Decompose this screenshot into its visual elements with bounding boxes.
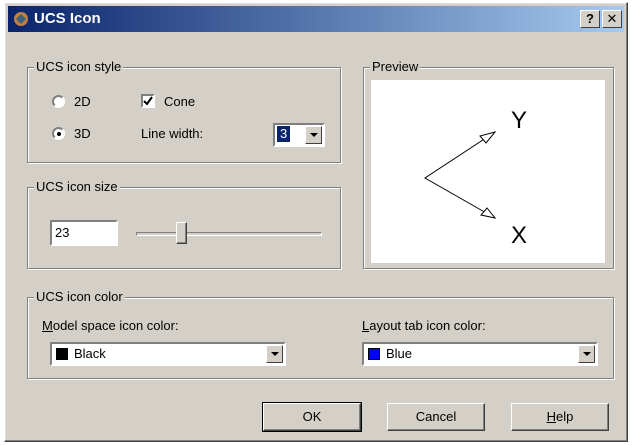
layout-color-label-text: ayout tab icon color: <box>369 318 486 333</box>
ucs-icon-dialog: UCS Icon ? ✕ UCS icon style 2D 3D Cone L… <box>4 2 628 442</box>
title-bar[interactable]: UCS Icon ? ✕ <box>8 6 624 32</box>
icon-size-legend: UCS icon size <box>34 179 120 195</box>
cancel-button[interactable]: Cancel <box>387 403 485 431</box>
radio-2d-label: 2D <box>74 94 91 109</box>
layout-color-value: Blue <box>386 346 413 361</box>
line-width-value: 3 <box>277 126 291 142</box>
radio-2d[interactable] <box>52 95 65 108</box>
model-color-select[interactable]: Black <box>50 342 286 366</box>
model-color-label: Model space icon color: <box>42 318 179 333</box>
cone-label: Cone <box>164 94 196 109</box>
help-title-button[interactable]: ? <box>580 10 600 28</box>
ok-button[interactable]: OK <box>262 402 362 432</box>
chevron-down-icon[interactable] <box>266 345 283 363</box>
line-width-select[interactable]: 3 <box>273 123 325 147</box>
model-color-value: Black <box>74 346 106 361</box>
layout-color-label: Layout tab icon color: <box>362 318 486 333</box>
icon-size-group: UCS icon size 23 <box>27 179 341 269</box>
slider-track <box>136 232 322 236</box>
icon-color-legend: UCS icon color <box>34 289 125 305</box>
radio-3d[interactable] <box>52 127 65 140</box>
radio-3d-selected-dot <box>56 131 61 136</box>
icon-size-input[interactable]: 23 <box>50 220 118 246</box>
layout-color-select[interactable]: Blue <box>362 342 598 366</box>
help-button[interactable]: Help <box>511 403 609 431</box>
preview-legend: Preview <box>370 59 421 75</box>
radio-3d-label: 3D <box>74 126 91 141</box>
axis-x-label: X <box>511 222 528 249</box>
app-icon <box>14 12 28 26</box>
checkmark-icon <box>143 96 153 106</box>
icon-style-legend: UCS icon style <box>34 59 124 75</box>
icon-size-value: 23 <box>55 225 70 240</box>
icon-color-group: UCS icon color Model space icon color: B… <box>27 289 614 379</box>
ucs-axis-icon <box>424 131 497 219</box>
model-color-swatch <box>56 348 68 360</box>
line-width-label: Line width: <box>141 126 204 141</box>
icon-style-group: UCS icon style 2D 3D Cone Line width: 3 <box>27 59 341 163</box>
axis-y-label: Y <box>511 107 528 134</box>
preview-canvas: Y X <box>371 80 605 263</box>
chevron-down-icon[interactable] <box>578 345 595 363</box>
layout-color-swatch <box>368 348 380 360</box>
model-color-label-text: odel space icon color: <box>52 318 179 333</box>
icon-size-slider[interactable] <box>136 222 322 246</box>
close-button[interactable]: ✕ <box>602 10 622 28</box>
slider-thumb[interactable] <box>176 222 187 244</box>
cone-checkbox[interactable] <box>141 94 155 108</box>
preview-group: Preview Y X <box>363 59 614 269</box>
chevron-down-icon[interactable] <box>305 126 322 144</box>
help-button-rest: elp <box>556 409 574 424</box>
window-title: UCS Icon <box>34 10 101 27</box>
